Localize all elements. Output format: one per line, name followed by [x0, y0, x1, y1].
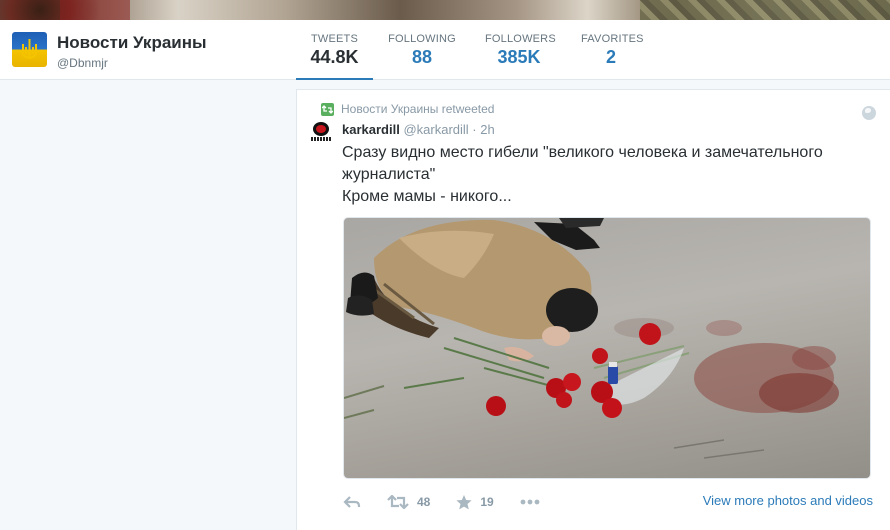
- stat-label: FAVORITES: [581, 33, 644, 45]
- favorite-button[interactable]: 19: [456, 494, 494, 510]
- tweet-timestamp[interactable]: 2h: [480, 122, 494, 137]
- tweet-actions: 48 19 View more photos and videos: [343, 490, 873, 514]
- tweet-author-handle[interactable]: @karkardill: [403, 122, 468, 137]
- tweet-separator: ·: [472, 122, 477, 137]
- stat-label: TWEETS: [310, 33, 359, 45]
- reply-icon: [343, 496, 361, 508]
- tweet-photo[interactable]: [343, 217, 871, 479]
- tweet-text-line: Сразу видно место гибели "великого челов…: [342, 144, 823, 183]
- stat-value: 44.8K: [310, 47, 359, 67]
- tweet-header: karkardill @karkardill · 2h: [342, 122, 495, 137]
- more-button[interactable]: [520, 499, 540, 505]
- tweet-text: Сразу видно место гибели "великого челов…: [342, 142, 872, 208]
- retweet-badge-icon: [321, 102, 334, 116]
- tweet-author-avatar[interactable]: [311, 122, 331, 142]
- timeline-spacer: [296, 80, 890, 89]
- stat-value: 88: [411, 47, 433, 67]
- retweet-count: 48: [417, 495, 431, 509]
- stat-label: FOLLOWERS: [485, 33, 556, 45]
- profile-name[interactable]: Новости Украины: [57, 33, 207, 53]
- profile-stats: TWEETS 44.8K FOLLOWING 88 FOLLOWERS 385K…: [296, 20, 655, 81]
- retweet-button[interactable]: 48: [387, 495, 430, 509]
- retweet-icon: [387, 495, 409, 509]
- star-icon: [456, 494, 472, 509]
- tab-followers[interactable]: FOLLOWERS 385K: [471, 20, 567, 80]
- stat-value: 385K: [497, 47, 541, 67]
- retweet-context-text[interactable]: Новости Украины retweeted: [341, 102, 494, 116]
- tweet-card[interactable]: Новости Украины retweeted karkardill @ka…: [296, 89, 890, 530]
- retweet-context: Новости Украины retweeted: [321, 102, 494, 116]
- profile-nav: Новости Украины @Dbnmjr TWEETS 44.8K FOL…: [0, 20, 890, 81]
- profile-banner: [0, 0, 890, 20]
- tab-favorites[interactable]: FAVORITES 2: [567, 20, 655, 80]
- stat-value: 2: [605, 47, 616, 67]
- favorite-count: 19: [480, 495, 494, 509]
- view-more-media-link[interactable]: View more photos and videos: [703, 493, 873, 508]
- stat-label: FOLLOWING: [388, 33, 456, 45]
- globe-icon: [862, 106, 876, 120]
- reply-button[interactable]: [343, 495, 361, 509]
- photo-scene: [344, 218, 839, 459]
- more-icon: [520, 499, 540, 505]
- tweet-text-line: Кроме мамы - никого...: [342, 188, 512, 205]
- tab-tweets[interactable]: TWEETS 44.8K: [296, 20, 373, 81]
- tab-following[interactable]: FOLLOWING 88: [373, 20, 471, 80]
- tweet-author-name[interactable]: karkardill: [342, 122, 400, 137]
- trident-icon: [22, 39, 37, 60]
- profile-avatar[interactable]: [12, 32, 47, 67]
- profile-handle: @Dbnmjr: [57, 56, 108, 70]
